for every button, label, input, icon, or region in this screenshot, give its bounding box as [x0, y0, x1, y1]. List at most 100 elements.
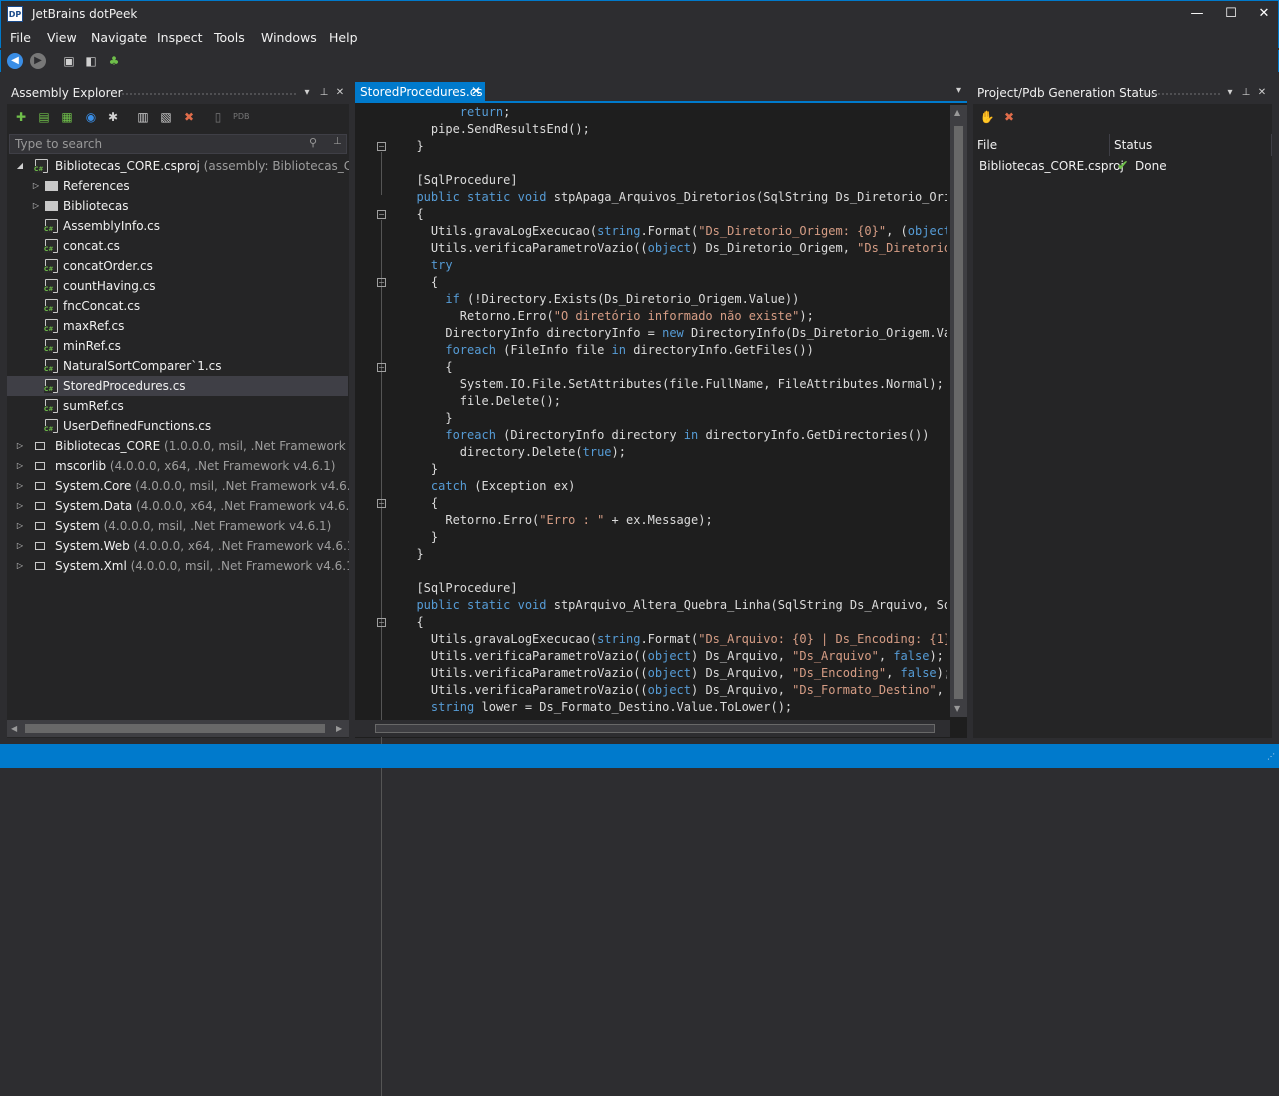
collapse-region-icon[interactable]: − — [377, 618, 386, 627]
tab-list-icon[interactable]: ▾ — [956, 85, 961, 96]
symbol-server-icon[interactable]: ♣ — [106, 53, 122, 69]
tree-item[interactable]: ▷ Bibliotecas — [7, 196, 348, 216]
menu-inspect[interactable]: Inspect — [157, 30, 203, 45]
export-project-icon[interactable]: ▯ — [210, 109, 226, 125]
collapse-region-icon[interactable]: − — [377, 363, 386, 372]
tree-item[interactable]: NaturalSortComparer`1.cs — [7, 356, 348, 376]
collapse-region-icon[interactable]: − — [377, 499, 386, 508]
code-area[interactable]: return; pipe.SendResultsEnd(); } [SqlPro… — [402, 106, 947, 718]
vertical-scroll-thumb[interactable] — [954, 126, 963, 699]
expand-icon[interactable]: ▷ — [15, 456, 25, 476]
generate-pdb-icon[interactable]: PDB — [233, 109, 249, 125]
save-list-icon[interactable]: ▥ — [135, 109, 151, 125]
collapse-icon[interactable]: ◢ — [15, 156, 25, 176]
clear-icon[interactable]: ✖ — [1001, 109, 1017, 125]
tree-item[interactable]: StoredProcedures.cs — [7, 376, 348, 396]
dropdown-icon[interactable]: ▾ — [301, 86, 313, 100]
editor-scroll-thumb[interactable] — [375, 724, 935, 733]
open-from-process-icon[interactable]: ◉ — [83, 109, 99, 125]
tree-item[interactable]: fncConcat.cs — [7, 296, 348, 316]
pin-icon[interactable]: ⊥ — [1240, 86, 1252, 100]
forward-icon[interactable]: ▶ — [30, 53, 46, 69]
search-input[interactable]: Type to search — [9, 134, 347, 154]
tab-close-icon[interactable]: ✕ — [471, 84, 481, 98]
editor-horizontal-scrollbar[interactable] — [355, 720, 950, 737]
tree-item[interactable]: minRef.cs — [7, 336, 348, 356]
expand-icon[interactable]: ▷ — [15, 516, 25, 536]
decompile-icon[interactable]: ◧ — [83, 53, 99, 69]
column-header-file[interactable]: File — [973, 134, 1110, 156]
tree-item[interactable]: AssemblyInfo.cs — [7, 216, 348, 236]
close-button[interactable]: ✕ — [1252, 5, 1276, 23]
tree-item[interactable]: ▷ System.Xml (4.0.0.0, msil, .Net Framewo… — [7, 556, 349, 576]
pin-icon[interactable]: ⊥ — [318, 86, 330, 100]
collapse-region-icon[interactable]: − — [377, 210, 386, 219]
scroll-left-icon[interactable]: ◀ — [11, 724, 17, 733]
window-title: JetBrains dotPeek — [32, 7, 138, 21]
expand-icon[interactable]: ▷ — [15, 436, 25, 456]
csproj-icon — [34, 159, 48, 173]
collapse-region-icon[interactable]: − — [377, 142, 386, 151]
tree-item[interactable]: concatOrder.cs — [7, 256, 348, 276]
code-line: Retorno.Erro("Erro : " + ex.Message); — [402, 513, 713, 527]
pdb-status-panel: Project/Pdb Generation Status ▾ ⊥ ✕ ✋ ✖ … — [973, 82, 1272, 738]
clear-list-icon[interactable]: ✖ — [181, 109, 197, 125]
header-grip — [121, 92, 297, 96]
tree-item[interactable]: ▷ References — [7, 176, 348, 196]
expand-icon[interactable]: ▷ — [15, 496, 25, 516]
open-from-gac-icon[interactable]: ▤ — [36, 109, 52, 125]
cs-file-icon — [44, 259, 58, 273]
assembly-list-icon[interactable]: ▣ — [61, 53, 77, 69]
tree-item[interactable]: ▷ System.Core (4.0.0.0, msil, .Net Framew… — [7, 476, 349, 496]
column-header-status[interactable]: Status — [1110, 134, 1272, 156]
table-row[interactable]: Bibliotecas_CORE.csproj ✔ Done — [973, 156, 1272, 178]
tree-item[interactable]: ▷ Bibliotecas_CORE (1.0.0.0, msil, .Net F… — [7, 436, 349, 456]
open-icon[interactable]: ✚ — [13, 109, 29, 125]
scroll-up-icon[interactable]: ▲ — [954, 108, 960, 117]
tree-item[interactable]: UserDefinedFunctions.cs — [7, 416, 348, 436]
settings-icon[interactable]: ✱ — [105, 109, 121, 125]
menu-file[interactable]: File — [10, 30, 31, 45]
collapse-region-icon[interactable]: − — [377, 278, 386, 287]
tree-item-label: References — [63, 179, 130, 193]
expand-icon[interactable]: ▷ — [31, 176, 41, 196]
open-from-nuget-icon[interactable]: ▦ — [59, 109, 75, 125]
menu-windows[interactable]: Windows — [261, 30, 317, 45]
search-icon[interactable]: ⚲ — [309, 136, 317, 149]
tree-item[interactable]: sumRef.cs — [7, 396, 348, 416]
tree-item[interactable]: ▷ System.Data (4.0.0.0, x64, .Net Framewo… — [7, 496, 349, 516]
resize-grip-icon[interactable]: ⋰ — [1267, 752, 1275, 761]
scroll-thumb[interactable] — [25, 724, 325, 733]
tree-item[interactable]: ◢ Bibliotecas_CORE.csproj (assembly: Bibl… — [7, 156, 349, 176]
minimize-button[interactable]: — — [1185, 5, 1209, 23]
load-list-icon[interactable]: ▧ — [158, 109, 174, 125]
cs-file-icon — [44, 339, 58, 353]
maximize-button[interactable]: ☐ — [1219, 5, 1243, 23]
tab-storedprocedures[interactable]: StoredProcedures.cs ✕ — [355, 82, 485, 103]
stop-hand-icon[interactable]: ✋ — [979, 109, 995, 125]
menu-navigate[interactable]: Navigate — [91, 30, 147, 45]
horizontal-scrollbar[interactable]: ◀ ▶ — [7, 720, 349, 737]
expand-icon[interactable]: ▷ — [15, 476, 25, 496]
dropdown-icon[interactable]: ▾ — [1224, 86, 1236, 100]
menu-help[interactable]: Help — [329, 30, 358, 45]
code-line: System.IO.File.SetAttributes(file.FullNa… — [402, 377, 944, 391]
scroll-down-icon[interactable]: ▼ — [954, 704, 960, 713]
vertical-scrollbar[interactable]: ▲ ▼ — [950, 105, 967, 717]
close-icon[interactable]: ✕ — [1256, 86, 1268, 100]
menu-tools[interactable]: Tools — [214, 30, 245, 45]
search-pin-icon[interactable]: ⊥ — [333, 136, 342, 147]
tree-item[interactable]: ▷ mscorlib (4.0.0.0, x64, .Net Framework … — [7, 456, 348, 476]
scroll-right-icon[interactable]: ▶ — [336, 724, 342, 733]
menu-view[interactable]: View — [47, 30, 77, 45]
tree-item[interactable]: countHaving.cs — [7, 276, 348, 296]
tree-item[interactable]: ▷ System.Web (4.0.0.0, x64, .Net Framewor… — [7, 536, 349, 556]
expand-icon[interactable]: ▷ — [15, 536, 25, 556]
tree-item[interactable]: concat.cs — [7, 236, 348, 256]
close-icon[interactable]: ✕ — [334, 86, 346, 100]
back-icon[interactable]: ◀ — [7, 53, 23, 69]
tree-item[interactable]: maxRef.cs — [7, 316, 348, 336]
expand-icon[interactable]: ▷ — [31, 196, 41, 216]
expand-icon[interactable]: ▷ — [15, 556, 25, 576]
tree-item[interactable]: ▷ System (4.0.0.0, msil, .Net Framework v… — [7, 516, 348, 536]
